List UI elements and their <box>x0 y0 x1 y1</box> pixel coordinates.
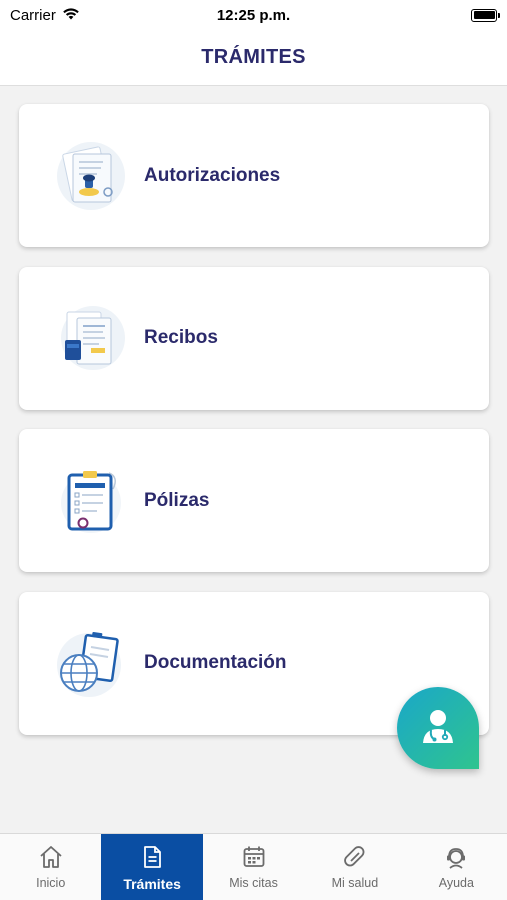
battery-icon <box>471 8 500 22</box>
calendar-icon <box>241 844 267 870</box>
wifi-icon <box>62 7 80 24</box>
tab-label: Mis citas <box>229 876 278 890</box>
support-agent-icon <box>443 844 469 870</box>
home-icon <box>38 844 64 870</box>
card-list: Autorizaciones Recibos Pólizas Documenta… <box>19 104 489 754</box>
tab-mi-salud[interactable]: Mi salud <box>304 834 405 900</box>
doctor-icon <box>418 706 458 751</box>
pill-icon <box>342 844 368 870</box>
card-autorizaciones[interactable]: Autorizaciones <box>19 104 489 247</box>
card-polizas[interactable]: Pólizas <box>19 429 489 572</box>
tab-label: Trámites <box>123 876 181 892</box>
card-label: Autorizaciones <box>144 164 281 186</box>
status-left: Carrier <box>10 7 80 24</box>
document-icon <box>139 844 165 870</box>
card-label: Documentación <box>144 652 287 673</box>
tab-label: Inicio <box>36 876 66 890</box>
status-bar: Carrier 12:25 p.m. <box>0 0 507 30</box>
header: TRÁMITES <box>0 30 507 86</box>
card-label: Recibos <box>144 327 218 348</box>
tab-ayuda[interactable]: Ayuda <box>406 834 507 900</box>
receipt-icon <box>53 300 129 376</box>
tab-bar: Inicio Trámites Mis citas Mi salud Ayuda <box>0 833 507 900</box>
tab-tramites[interactable]: Trámites <box>101 834 203 900</box>
card-label: Pólizas <box>144 489 210 511</box>
doctor-contact-button[interactable] <box>397 687 479 769</box>
tab-mis-citas[interactable]: Mis citas <box>203 834 304 900</box>
page-title: TRÁMITES <box>201 46 306 68</box>
tab-inicio[interactable]: Inicio <box>0 834 101 900</box>
insurance-policy-icon <box>53 463 129 539</box>
card-recibos[interactable]: Recibos <box>19 266 489 410</box>
documents-globe-icon <box>53 625 129 701</box>
tab-label: Mi salud <box>331 876 379 890</box>
tab-label: Ayuda <box>438 876 474 890</box>
carrier-label: Carrier <box>10 6 56 24</box>
authorization-stamp-icon <box>53 138 129 214</box>
